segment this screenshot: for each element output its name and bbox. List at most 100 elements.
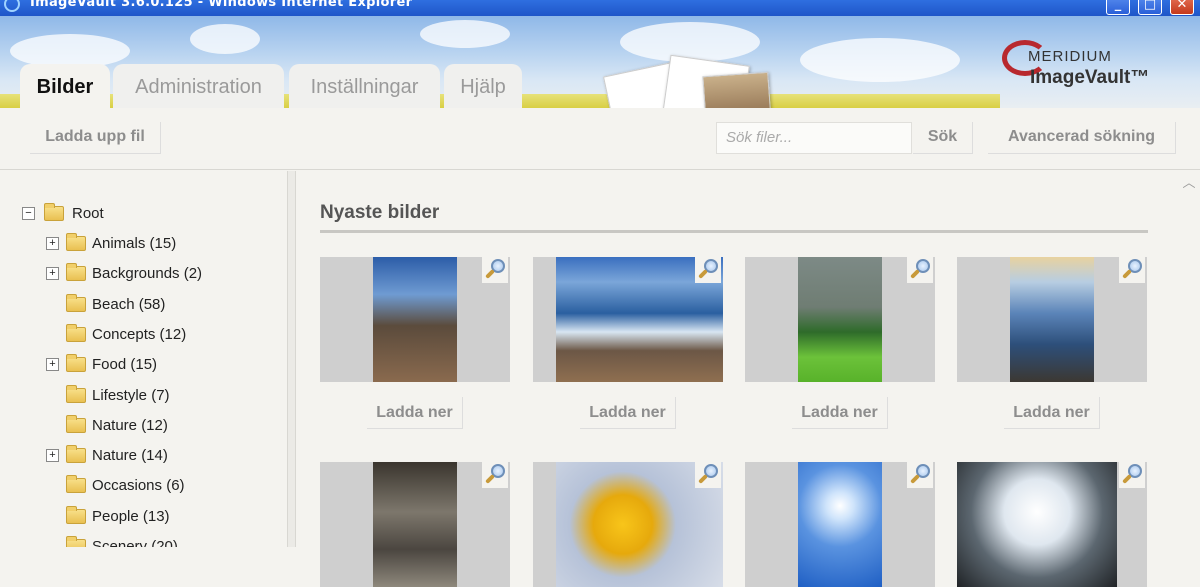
logo-product: ImageVault™: [1030, 67, 1150, 88]
thumbnail-blue-sky[interactable]: [745, 462, 935, 587]
tree-item-label: Food (15): [92, 356, 158, 374]
tab-hjalp[interactable]: Hjälp: [444, 64, 522, 108]
download-button[interactable]: Ladda ner: [792, 397, 888, 429]
folder-icon: [66, 263, 86, 282]
zoom-icon[interactable]: [482, 462, 508, 488]
thumbnail-snowy-branches[interactable]: [957, 462, 1147, 587]
toolbar: Ladda upp fil Sök filer... Sök Avancerad…: [0, 108, 1200, 170]
meridium-logo: MERIDIUM ImageVault™: [1000, 34, 1190, 94]
maximize-button[interactable]: □: [1138, 0, 1162, 15]
thumbnail-rocky-coast-portrait[interactable]: [320, 257, 510, 382]
download-button[interactable]: Ladda ner: [367, 397, 463, 429]
tree-item[interactable]: Nature (12): [46, 414, 276, 437]
tree-item-label: Nature (12): [92, 416, 168, 434]
thumbnail-image[interactable]: [798, 257, 882, 382]
header-banner: MERIDIUM ImageVault™ Bilder Administrati…: [0, 16, 1200, 108]
collapse-icon[interactable]: −: [22, 207, 35, 220]
folder-icon: [66, 233, 86, 251]
advanced-search-button[interactable]: Avancerad sökning: [988, 122, 1176, 154]
folder-tree: − Root + Animals (15) + Backgrounds (2) Beac…: [0, 171, 288, 547]
folder-icon: [66, 414, 86, 433]
folder-icon: [66, 445, 86, 464]
search-button[interactable]: Sök: [913, 122, 973, 154]
ie-icon: [4, 0, 20, 12]
tab-administration[interactable]: Administration: [113, 64, 284, 108]
tab-label: Administration: [135, 76, 262, 98]
tree-item-label: Beach (58): [92, 295, 166, 313]
tree-item-label: Concepts (12): [92, 325, 187, 343]
cloud-decoration: [190, 24, 260, 54]
thumbnail-sunflower[interactable]: [533, 462, 723, 587]
minimize-icon: _: [1114, 0, 1122, 12]
thumbnail-image[interactable]: [373, 462, 457, 587]
scroll-up-icon[interactable]: ︿: [1181, 177, 1197, 191]
tab-bilder[interactable]: Bilder: [20, 64, 110, 108]
tree-item[interactable]: Lifestyle (7): [46, 384, 276, 407]
tree-item[interactable]: People (13): [46, 505, 276, 528]
tree-item-label: People (13): [92, 507, 170, 525]
folder-open-icon: [44, 203, 64, 221]
tree-item[interactable]: Occasions (6): [46, 475, 276, 497]
tree-root-label: Root: [72, 205, 104, 222]
zoom-icon[interactable]: [695, 257, 721, 283]
section-title: Nyaste bilder: [320, 202, 440, 223]
cloud-decoration: [420, 20, 510, 48]
tree-item[interactable]: + Nature (14): [46, 445, 276, 467]
tree-root[interactable]: − Root: [22, 203, 222, 225]
search-input[interactable]: Sök filer...: [716, 122, 912, 154]
tree-item[interactable]: Scenery (20): [46, 536, 276, 547]
tree-item-label: Backgrounds (2): [92, 265, 203, 283]
tree-item[interactable]: + Food (15): [46, 354, 276, 376]
tree-item-label: Nature (14): [92, 447, 168, 465]
folder-icon: [66, 293, 86, 312]
expand-icon[interactable]: +: [46, 267, 59, 281]
folder-icon: [66, 354, 86, 373]
zoom-icon[interactable]: [1119, 462, 1145, 488]
thumbnail-rocky-coast-landscape[interactable]: [533, 257, 723, 382]
expand-icon[interactable]: +: [46, 237, 59, 250]
cloud-decoration: [10, 34, 130, 68]
tab-label: Inställningar: [310, 76, 419, 98]
zoom-icon[interactable]: [907, 257, 933, 283]
thumbnail-tree-on-grass[interactable]: [745, 257, 935, 382]
upload-button[interactable]: Ladda upp fil: [30, 122, 161, 154]
window-title-bar: ImageVault 3.6.0.125 - Windows Internet …: [0, 0, 1200, 16]
window-title: ImageVault 3.6.0.125 - Windows Internet …: [30, 0, 413, 10]
folder-icon: [66, 323, 86, 342]
folder-icon: [66, 536, 86, 547]
tree-item[interactable]: + Animals (15): [46, 233, 276, 255]
download-button[interactable]: Ladda ner: [580, 397, 676, 429]
folder-icon: [66, 505, 86, 524]
tree-item-label: Scenery (20): [92, 538, 178, 547]
zoom-icon[interactable]: [907, 462, 933, 488]
thumbnail-tree-bark[interactable]: [320, 462, 510, 587]
folder-icon: [66, 475, 86, 494]
tree-item[interactable]: Concepts (12): [46, 323, 276, 346]
tree-item-label: Animals (15): [92, 235, 177, 252]
close-icon: ✕: [1176, 0, 1188, 12]
thumbnail-image[interactable]: [957, 462, 1117, 587]
expand-icon[interactable]: +: [46, 358, 59, 372]
zoom-icon[interactable]: [482, 257, 508, 283]
tree-item-label: Occasions (6): [92, 477, 185, 495]
tab-installningar[interactable]: Inställningar: [289, 64, 440, 108]
photo-card: [702, 71, 772, 108]
download-button[interactable]: Ladda ner: [1004, 397, 1100, 429]
sidebar-splitter[interactable]: [288, 171, 296, 547]
zoom-icon[interactable]: [1119, 257, 1145, 283]
main-content: Nyaste bilder Ladda ner Ladda ner Ladda ne…: [297, 171, 1177, 587]
tree-item[interactable]: Beach (58): [46, 293, 276, 316]
zoom-icon[interactable]: [695, 462, 721, 488]
minimize-button[interactable]: _: [1106, 0, 1130, 15]
photo-collage: [603, 52, 778, 108]
thumbnail-image[interactable]: [798, 462, 882, 587]
close-button[interactable]: ✕: [1170, 0, 1194, 15]
expand-icon[interactable]: +: [46, 449, 59, 463]
tree-item[interactable]: + Backgrounds (2): [46, 263, 276, 285]
tree-item-label: Lifestyle (7): [92, 386, 170, 404]
thumbnail-image[interactable]: [373, 257, 457, 382]
logo-brand: MERIDIUM: [1028, 48, 1112, 65]
scrollbar[interactable]: ︿: [1177, 171, 1200, 547]
thumbnail-image[interactable]: [1010, 257, 1094, 382]
thumbnail-pier-reflection[interactable]: [957, 257, 1147, 382]
